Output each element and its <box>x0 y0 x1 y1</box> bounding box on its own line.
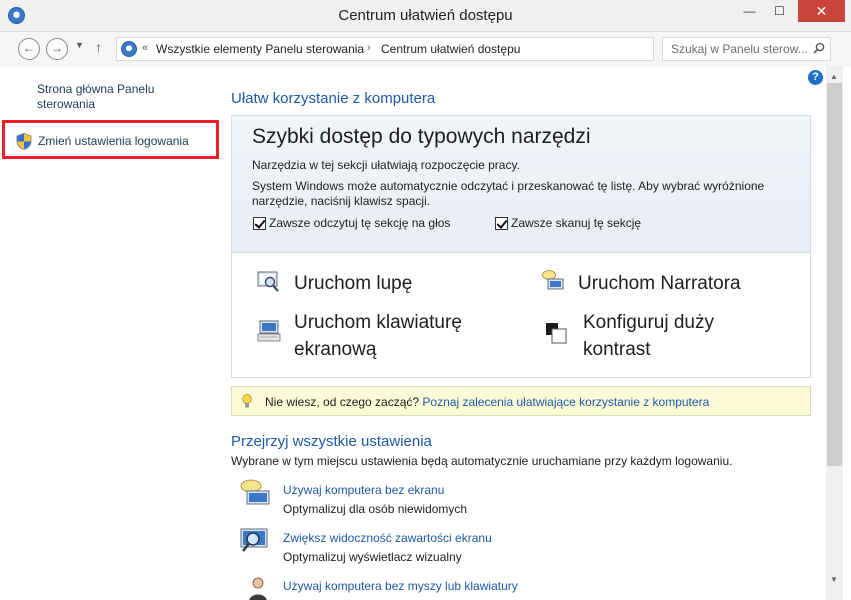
make-display-easier-description: Optymalizuj wyświetlacz wizualny <box>283 550 462 564</box>
speech-monitor-icon[interactable] <box>239 479 271 507</box>
address-bar[interactable]: « Wszystkie elementy Panelu sterowania ›… <box>116 37 759 61</box>
maximize-button[interactable]: ☐ <box>766 0 793 22</box>
scroll-up-arrow-icon[interactable]: ▲ <box>830 72 838 81</box>
close-button[interactable]: ✕ <box>798 0 845 22</box>
recommendations-link[interactable]: Poznaj zalecenia ułatwiające korzystanie… <box>422 395 709 409</box>
sidebar-link-control-panel-home[interactable]: Strona główna Panelu sterowania <box>37 82 207 112</box>
breadcrumb-overflow-icon[interactable]: « <box>142 42 148 54</box>
always-read-label[interactable]: Zawsze odczytuj tę sekcję na głos <box>269 216 450 230</box>
always-scan-label[interactable]: Zawsze skanuj tę sekcję <box>511 216 641 230</box>
all-settings-description: Wybrane w tym miejscu ustawienia będą au… <box>231 454 733 468</box>
quick-access-title: Szybki dostęp do typowych narzędzi <box>252 125 591 148</box>
use-without-display-link[interactable]: Używaj komputera bez ekranu <box>283 483 444 497</box>
make-display-easier-link[interactable]: Zwiększ widoczność zawartości ekranu <box>283 531 492 545</box>
scrollbar-thumb[interactable] <box>827 83 842 466</box>
narrator-icon[interactable] <box>541 269 565 291</box>
use-without-display-description: Optymalizuj dla osób niewidomych <box>283 502 468 516</box>
uac-shield-icon <box>16 133 32 150</box>
breadcrumb-separator-icon[interactable]: › <box>367 42 371 54</box>
forward-button[interactable]: → <box>46 38 68 60</box>
search-input[interactable]: Szukaj w Panelu sterow... <box>662 37 831 61</box>
lightbulb-icon <box>242 394 252 408</box>
person-icon[interactable] <box>246 576 278 600</box>
scroll-down-arrow-icon[interactable]: ▼ <box>830 575 838 584</box>
use-without-mouse-keyboard-link[interactable]: Używaj komputera bez myszy lub klawiatur… <box>283 579 518 593</box>
start-on-screen-keyboard-link[interactable]: Uruchom klawiaturę ekranową <box>294 309 494 363</box>
start-magnifier-link[interactable]: Uruchom lupę <box>294 270 412 297</box>
tip-bar: Nie wiesz, od czego zacząć? Poznaj zalec… <box>231 386 811 416</box>
tip-text: Nie wiesz, od czego zacząć? Poznaj zalec… <box>265 395 709 409</box>
navigation-bar: ← → ▼ ↑ « Wszystkie elementy Panelu ster… <box>0 32 851 66</box>
main-content: Ułatw korzystanie z komputera Szybki dos… <box>218 66 826 600</box>
magnifier-icon[interactable] <box>257 271 281 293</box>
quick-access-description: Narzędzia w tej sekcji ułatwiają rozpocz… <box>252 158 520 172</box>
quick-access-scan-description: System Windows może automatycznie odczyt… <box>252 179 765 208</box>
quick-access-panel: Szybki dostęp do typowych narzędzi Narzę… <box>231 115 811 378</box>
section-heading-make-computer-easier: Ułatw korzystanie z komputera <box>231 90 436 107</box>
up-arrow-button[interactable]: ↑ <box>95 39 102 55</box>
sidebar-item-label: Zmień ustawienia logowania <box>38 134 189 148</box>
window-title: Centrum ułatwień dostępu <box>338 7 513 24</box>
section-heading-explore-all-settings: Przejrzyj wszystkie ustawienia <box>231 433 432 450</box>
minimize-button[interactable]: — <box>736 0 763 22</box>
magnify-monitor-icon[interactable] <box>239 527 271 555</box>
control-panel-icon <box>121 41 137 57</box>
vertical-scrollbar[interactable]: ▲ ▼ <box>826 66 843 600</box>
always-scan-checkbox[interactable] <box>495 217 508 230</box>
back-button[interactable]: ← <box>18 38 40 60</box>
search-placeholder: Szukaj w Panelu sterow... <box>671 42 808 56</box>
breadcrumb-all-control-panel-items[interactable]: Wszystkie elementy Panelu sterowania <box>156 42 364 56</box>
contrast-icon[interactable] <box>545 322 569 344</box>
sidebar: Strona główna Panelu sterowania Zmień us… <box>0 66 219 600</box>
quick-access-header: Szybki dostęp do typowych narzędzi Narzę… <box>232 116 810 253</box>
start-narrator-link[interactable]: Uruchom Narratora <box>578 270 741 297</box>
keyboard-icon[interactable] <box>257 320 281 342</box>
set-up-high-contrast-link[interactable]: Konfiguruj duży kontrast <box>583 309 763 363</box>
title-bar: Centrum ułatwień dostępu — ☐ ✕ <box>0 0 851 32</box>
tip-question: Nie wiesz, od czego zacząć? <box>265 395 420 409</box>
recent-locations-chevron-icon[interactable]: ▼ <box>75 40 84 50</box>
always-read-checkbox[interactable] <box>253 217 266 230</box>
search-icon[interactable] <box>813 42 825 54</box>
breadcrumb-ease-of-access-center[interactable]: Centrum ułatwień dostępu <box>381 42 520 56</box>
sidebar-item-change-sign-in-settings[interactable]: Zmień ustawienia logowania <box>2 120 219 159</box>
